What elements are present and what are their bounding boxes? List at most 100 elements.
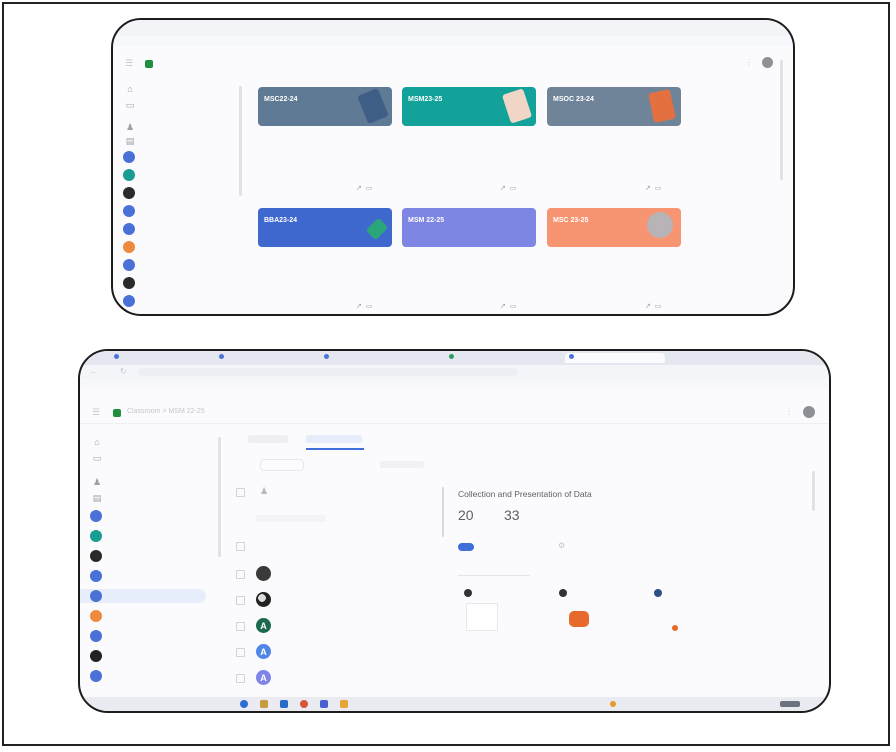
sidebar-item-teaching[interactable]: ♟: [113, 120, 241, 134]
student-row[interactable]: A: [236, 617, 436, 635]
class-card[interactable]: MSM23-25: [402, 87, 536, 126]
trend-icon[interactable]: ↗: [645, 185, 651, 192]
apps-icon[interactable]: ⋮: [785, 407, 793, 416]
sidebar-scrollbar[interactable]: [218, 437, 221, 557]
sidebar-item-class[interactable]: [80, 609, 102, 623]
sidebar-scrollbar[interactable]: [239, 86, 242, 196]
weather-icon[interactable]: [610, 701, 616, 707]
class-card[interactable]: MSC 23-25: [547, 208, 681, 247]
sidebar-item-class[interactable]: [80, 549, 102, 563]
submission-tile[interactable]: [650, 587, 720, 671]
student-row[interactable]: [236, 565, 436, 583]
folder-icon[interactable]: [260, 700, 268, 708]
folder-icon[interactable]: ▭: [510, 303, 517, 310]
settings-icon[interactable]: ⚙: [558, 541, 565, 550]
return-button[interactable]: [260, 459, 304, 471]
profile-avatar[interactable]: [762, 57, 773, 68]
browser-tab[interactable]: [215, 353, 305, 363]
class-card-title[interactable]: MSM 22-25: [408, 217, 444, 224]
sort-by-status[interactable]: [256, 515, 326, 522]
trend-icon[interactable]: ↗: [500, 185, 506, 192]
trend-icon[interactable]: ↗: [356, 303, 362, 310]
sidebar-item-class[interactable]: [113, 186, 135, 200]
sidebar-item-class[interactable]: [113, 240, 135, 254]
mail-icon[interactable]: [280, 700, 288, 708]
app-icon[interactable]: [340, 700, 348, 708]
student-row[interactable]: A: [236, 643, 436, 661]
sidebar-item-teaching[interactable]: ♟: [80, 475, 220, 489]
folder-icon[interactable]: ▭: [366, 185, 373, 192]
apps-icon[interactable]: ⋮: [745, 58, 753, 67]
file-thumbnail[interactable]: [466, 603, 498, 631]
tab-instructions[interactable]: [248, 435, 288, 443]
row-checkbox[interactable]: [236, 674, 245, 683]
accepting-submissions-toggle[interactable]: [458, 543, 474, 551]
trend-icon[interactable]: ↗: [356, 185, 362, 192]
folder-icon[interactable]: ▭: [510, 185, 517, 192]
sidebar-item-to-review[interactable]: ▤: [80, 491, 220, 505]
main-scrollbar[interactable]: [780, 60, 783, 180]
browser-icon[interactable]: [300, 700, 308, 708]
sidebar-item-class-active[interactable]: [80, 589, 206, 603]
sort-dropdown[interactable]: [380, 461, 424, 468]
profile-avatar[interactable]: [803, 406, 815, 418]
student-row[interactable]: [236, 591, 436, 609]
trend-icon[interactable]: ↗: [500, 303, 506, 310]
file-thumbnail[interactable]: [672, 625, 678, 631]
sidebar-item-class[interactable]: [113, 258, 135, 272]
sidebar-item-class[interactable]: [80, 669, 102, 683]
submission-tile[interactable]: [555, 587, 625, 671]
sidebar-item-home[interactable]: ⌂: [113, 82, 241, 96]
tab-student-work[interactable]: [306, 435, 362, 443]
class-avatar: [90, 570, 102, 582]
sidebar-item-class[interactable]: [113, 294, 135, 308]
folder-icon[interactable]: ▭: [655, 185, 662, 192]
browser-tab[interactable]: [320, 353, 430, 363]
folder-icon[interactable]: ▭: [655, 303, 662, 310]
turned-in-group-row[interactable]: [236, 539, 436, 553]
sidebar-item-class[interactable]: [113, 222, 135, 236]
class-card[interactable]: MSM 22-25: [402, 208, 536, 247]
sidebar-item-home[interactable]: ⌂: [80, 435, 220, 449]
sidebar-item-class[interactable]: [80, 649, 102, 663]
file-thumbnail[interactable]: [569, 611, 589, 627]
class-card-title[interactable]: MSM23-25: [408, 96, 442, 103]
sidebar-item-calendar[interactable]: ▭: [113, 98, 241, 112]
class-card[interactable]: MSC22-24: [258, 87, 392, 126]
sidebar-item-class[interactable]: [113, 276, 135, 290]
trend-icon[interactable]: ↗: [645, 303, 651, 310]
class-card-title[interactable]: MSC22-24: [264, 96, 297, 103]
sidebar-item-class[interactable]: [80, 569, 102, 583]
row-checkbox[interactable]: [236, 596, 245, 605]
panel-divider[interactable]: [442, 487, 444, 537]
sidebar-item-calendar[interactable]: ▭: [80, 451, 220, 465]
student-row[interactable]: A: [236, 669, 436, 687]
group-checkbox[interactable]: [236, 542, 245, 551]
main-scrollbar[interactable]: [812, 471, 815, 511]
class-card[interactable]: BBA23-24: [258, 208, 392, 247]
sidebar-item-to-review[interactable]: ▤: [113, 134, 241, 148]
select-all-checkbox[interactable]: [236, 488, 245, 497]
sidebar-item-class[interactable]: [113, 204, 135, 218]
row-checkbox[interactable]: [236, 622, 245, 631]
browser-tab-active[interactable]: [565, 353, 665, 363]
folder-icon[interactable]: ▭: [366, 303, 373, 310]
row-checkbox[interactable]: [236, 570, 245, 579]
class-card-title[interactable]: MSC 23-25: [553, 217, 588, 224]
sidebar-item-class[interactable]: [113, 150, 135, 164]
search-icon[interactable]: [240, 700, 248, 708]
browser-tab[interactable]: [445, 353, 555, 363]
row-checkbox[interactable]: [236, 648, 245, 657]
filter-dropdown[interactable]: [458, 565, 530, 576]
sidebar-item-class[interactable]: [113, 168, 135, 182]
sidebar-item-class[interactable]: [80, 629, 102, 643]
class-card-title[interactable]: MSOC 23-24: [553, 96, 594, 103]
app-icon[interactable]: [320, 700, 328, 708]
folder-icon: ▤: [125, 136, 135, 146]
sidebar-item-class[interactable]: [80, 509, 102, 523]
sidebar-item-class[interactable]: [80, 529, 102, 543]
class-card-title[interactable]: BBA23-24: [264, 217, 297, 224]
class-card[interactable]: MSOC 23-24: [547, 87, 681, 126]
all-students-row[interactable]: ♟: [236, 485, 436, 499]
submission-tile[interactable]: [460, 587, 530, 671]
